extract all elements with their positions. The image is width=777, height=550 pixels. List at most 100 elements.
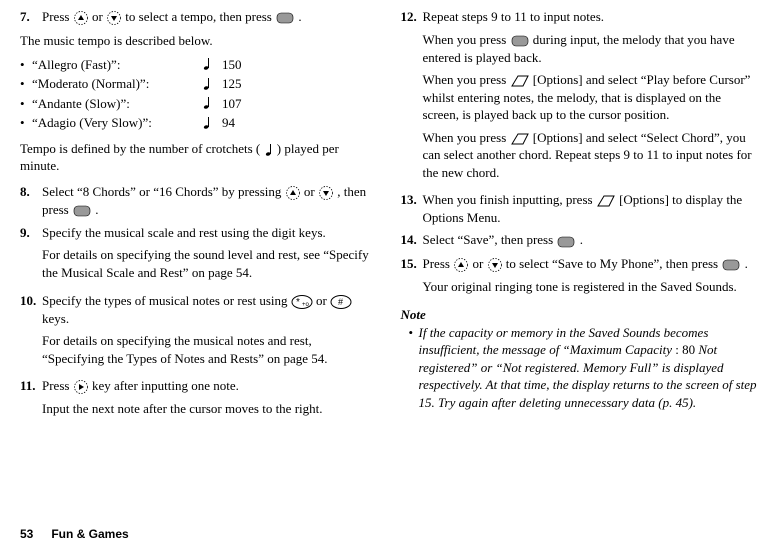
down-icon <box>106 10 122 26</box>
step-body: Select “Save”, then press . <box>423 231 758 249</box>
center-button-icon <box>721 257 741 273</box>
tempo-definition: Tempo is defined by the number of crotch… <box>20 140 377 175</box>
tempo-value: 150 <box>222 56 242 74</box>
step-number: 11. <box>20 377 42 423</box>
text: Repeat steps 9 to 11 to input notes. <box>423 8 758 26</box>
text: Specify the types of musical notes or re… <box>42 292 377 328</box>
step-number: 14. <box>401 231 423 249</box>
step-number: 13. <box>401 191 423 226</box>
tempo-value: 125 <box>222 75 242 93</box>
text: When you press [Options] and select “Sel… <box>423 129 758 182</box>
step-10: 10. Specify the types of musical notes o… <box>20 292 377 373</box>
text: When you press [Options] and select “Pla… <box>423 71 758 124</box>
center-button-icon <box>275 10 295 26</box>
softkey-icon <box>510 74 530 88</box>
page-columns: 7. Press or to select a tempo, then pres… <box>20 8 757 516</box>
text: . <box>745 256 748 271</box>
section-title: Fun & Games <box>51 527 128 541</box>
step-number: 12. <box>401 8 423 186</box>
step-12: 12. Repeat steps 9 to 11 to input notes.… <box>401 8 758 186</box>
text: Press <box>423 256 454 271</box>
text: or <box>472 256 486 271</box>
step-8: 8. Select “8 Chords” or “16 Chords” by p… <box>20 183 377 219</box>
text: Tempo is defined by the number of crotch… <box>20 141 264 156</box>
tempo-list: • “Allegro (Fast)”: 150 • “Moderato (Nor… <box>20 56 377 132</box>
page-footer: 53 Fun & Games <box>20 526 757 542</box>
softkey-icon <box>510 132 530 146</box>
step-11: 11. Press key after inputting one note. … <box>20 377 377 423</box>
note-text: If the capacity or memory in the Saved S… <box>419 324 758 412</box>
tempo-label: “Allegro (Fast)”: <box>32 56 202 74</box>
crotchet-icon <box>202 57 222 71</box>
step-number: 9. <box>20 224 42 287</box>
tempo-row: • “Moderato (Normal)”: 125 <box>20 75 377 93</box>
tempo-value: 94 <box>222 114 235 132</box>
tempo-label: “Moderato (Normal)”: <box>32 75 202 93</box>
step-number: 15. <box>401 255 423 301</box>
center-button-icon <box>510 33 530 49</box>
up-icon <box>453 257 469 273</box>
tempo-intro: The music tempo is described below. <box>20 32 377 50</box>
step-body: Repeat steps 9 to 11 to input notes. Whe… <box>423 8 758 186</box>
up-icon <box>285 185 301 201</box>
bullet: • <box>20 75 32 93</box>
step-body: Press or to select “Save to My Phone”, t… <box>423 255 758 301</box>
right-icon <box>73 379 89 395</box>
bullet: • <box>20 95 32 113</box>
step-body: Press or to select a tempo, then press . <box>42 8 377 26</box>
down-icon <box>318 185 334 201</box>
text: Specify the types of musical notes or re… <box>42 293 291 308</box>
text: Press <box>42 9 73 24</box>
text: to select a tempo, then press <box>125 9 275 24</box>
text: : 80 <box>675 342 698 357</box>
text: If the capacity or memory in the Saved S… <box>419 325 709 358</box>
text: key after inputting one note. <box>92 378 239 393</box>
step-7: 7. Press or to select a tempo, then pres… <box>20 8 377 26</box>
star-key-icon <box>291 294 313 310</box>
step-number: 10. <box>20 292 42 373</box>
left-column: 7. Press or to select a tempo, then pres… <box>20 8 377 516</box>
note-heading: Note <box>401 306 758 324</box>
page-number: 53 <box>20 526 48 542</box>
text: When you press <box>423 72 510 87</box>
text: keys. <box>42 311 69 326</box>
text: . <box>95 202 98 217</box>
text: Specify the musical scale and rest using… <box>42 224 377 242</box>
text: Press <box>42 378 73 393</box>
tempo-label: “Adagio (Very Slow)”: <box>32 114 202 132</box>
text: or <box>92 9 106 24</box>
step-13: 13. When you finish inputting, press [Op… <box>401 191 758 226</box>
step-body: Press key after inputting one note. Inpu… <box>42 377 377 423</box>
step-body: When you finish inputting, press [Option… <box>423 191 758 226</box>
text: or <box>316 293 330 308</box>
hash-key-icon <box>330 294 352 310</box>
tempo-row: • “Adagio (Very Slow)”: 94 <box>20 114 377 132</box>
step-14: 14. Select “Save”, then press . <box>401 231 758 249</box>
text: Select “8 Chords” or “16 Chords” by pres… <box>42 184 285 199</box>
step-body: Specify the types of musical notes or re… <box>42 292 377 373</box>
tempo-value: 107 <box>222 95 242 113</box>
crotchet-icon <box>202 96 222 110</box>
center-button-icon <box>556 234 576 250</box>
text: Press or to select “Save to My Phone”, t… <box>423 255 758 273</box>
text: Select “Save”, then press <box>423 232 557 247</box>
step-number: 8. <box>20 183 42 219</box>
note-body: • If the capacity or memory in the Saved… <box>409 324 758 412</box>
down-icon <box>487 257 503 273</box>
step-number: 7. <box>20 8 42 26</box>
step-9: 9. Specify the musical scale and rest us… <box>20 224 377 287</box>
tempo-label: “Andante (Slow)”: <box>32 95 202 113</box>
text: or <box>304 184 318 199</box>
right-column: 12. Repeat steps 9 to 11 to input notes.… <box>401 8 758 516</box>
text: For details on specifying the musical no… <box>42 332 377 367</box>
step-body: Specify the musical scale and rest using… <box>42 224 377 287</box>
text: When you press <box>423 130 510 145</box>
step-15: 15. Press or to select “Save to My Phone… <box>401 255 758 301</box>
text: When you finish inputting, press <box>423 192 596 207</box>
center-button-icon <box>72 203 92 219</box>
bullet: • <box>20 56 32 74</box>
text: When you press during input, the melody … <box>423 31 758 67</box>
crotchet-icon <box>202 77 222 91</box>
bullet: • <box>20 114 32 132</box>
up-icon <box>73 10 89 26</box>
